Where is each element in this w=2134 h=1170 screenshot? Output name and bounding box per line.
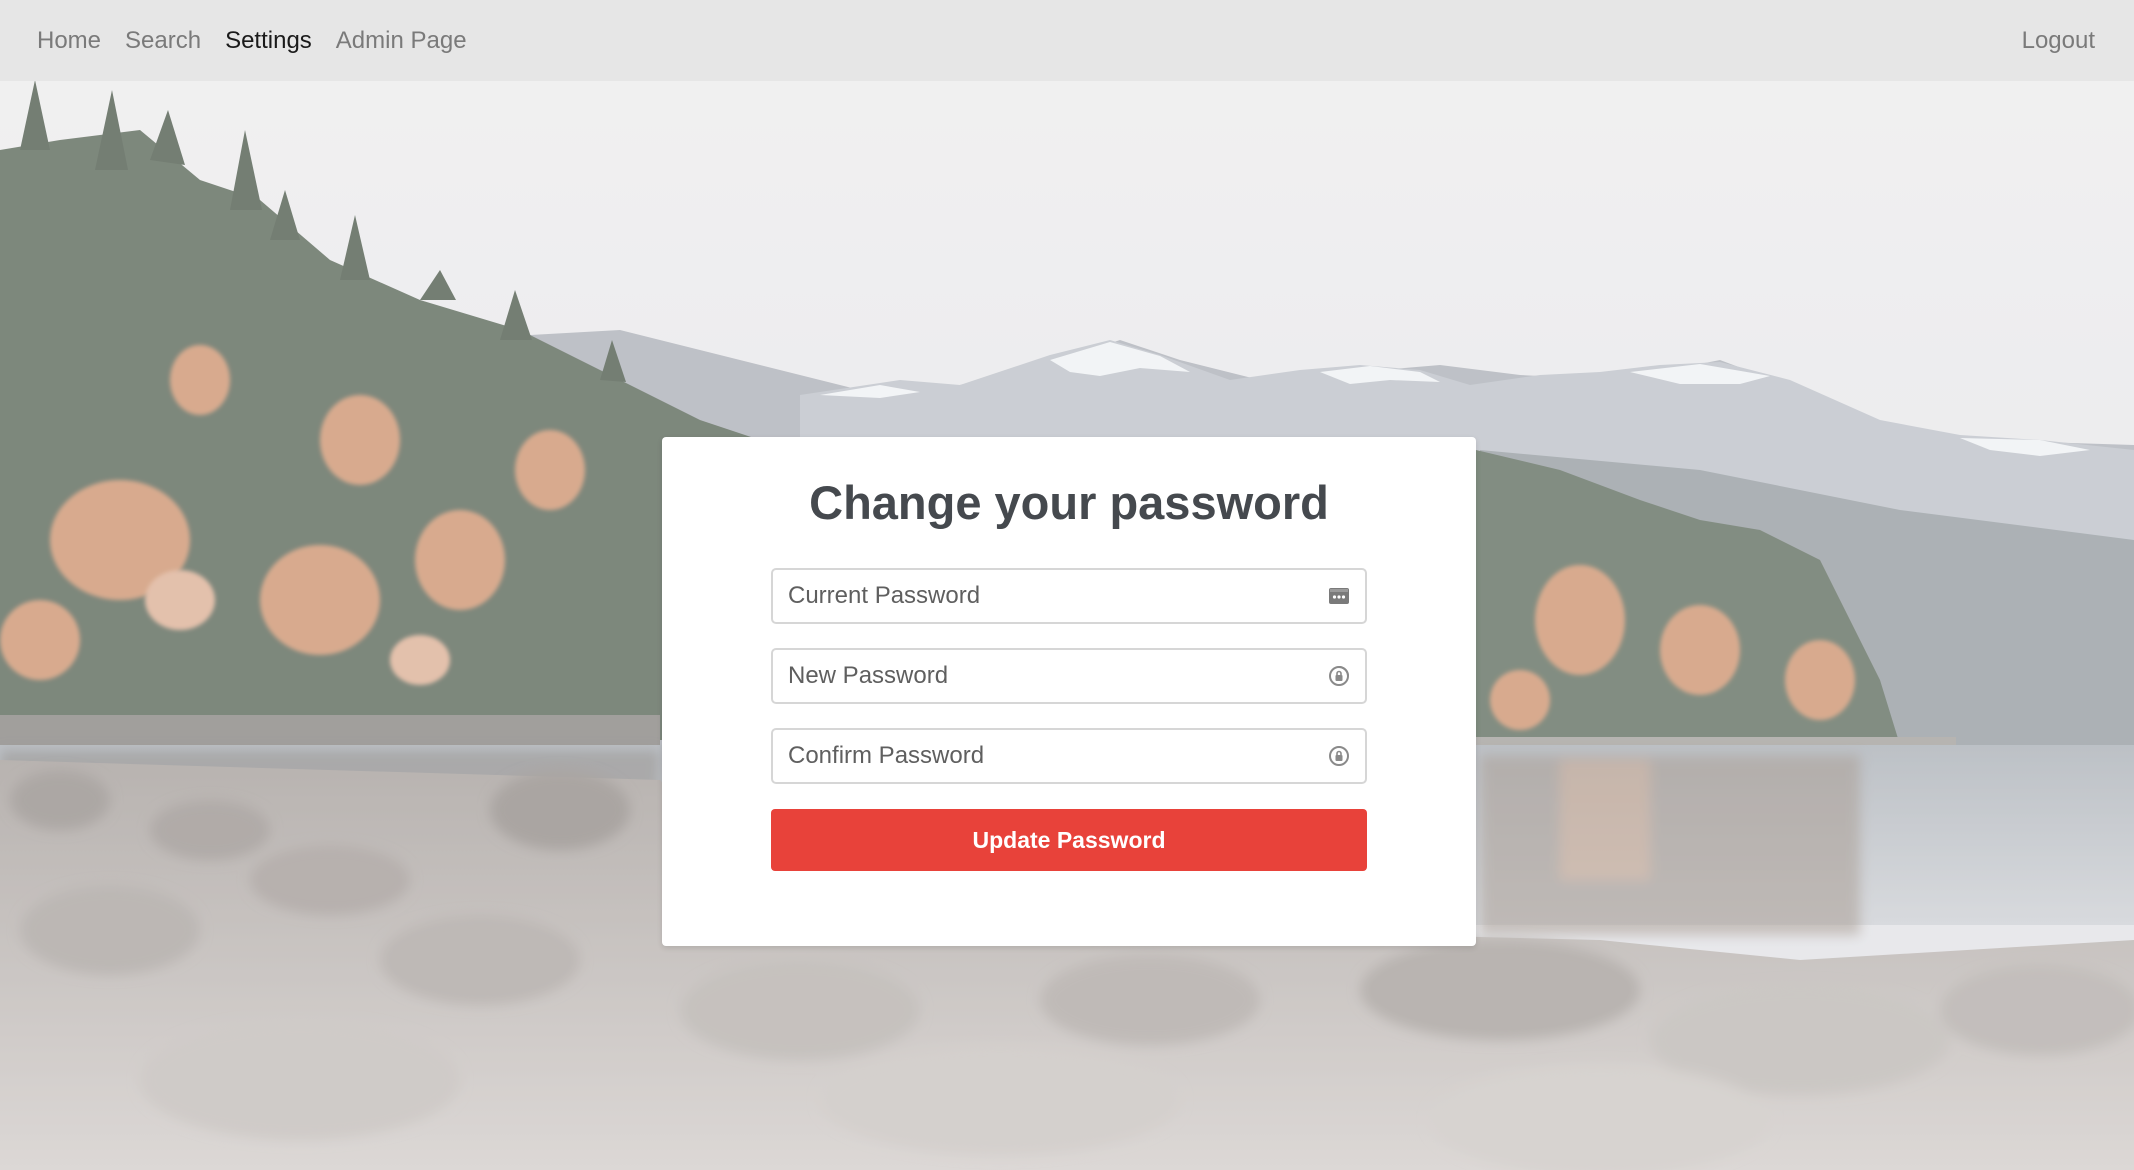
- current-password-input[interactable]: [773, 570, 1365, 622]
- change-password-card: Change your password Update Password: [662, 437, 1476, 946]
- page-title: Change your password: [809, 476, 1329, 529]
- nav-link-search[interactable]: Search: [125, 0, 201, 81]
- confirm-password-input[interactable]: [773, 730, 1365, 782]
- nav-links: Home Search Settings Admin Page: [37, 0, 491, 81]
- password-suggestion-icon[interactable]: [1327, 664, 1351, 688]
- new-password-field: [771, 648, 1367, 704]
- password-manager-key-icon[interactable]: [1327, 584, 1351, 608]
- confirm-password-field: [771, 728, 1367, 784]
- nav-link-home[interactable]: Home: [37, 0, 101, 81]
- nav-link-admin-page[interactable]: Admin Page: [336, 0, 467, 81]
- new-password-input[interactable]: [773, 650, 1365, 702]
- logout-link[interactable]: Logout: [2022, 27, 2095, 55]
- top-navbar: Home Search Settings Admin Page Logout: [0, 0, 2134, 81]
- current-password-field: [771, 568, 1367, 624]
- password-suggestion-icon[interactable]: [1327, 744, 1351, 768]
- nav-link-settings[interactable]: Settings: [225, 0, 312, 81]
- update-password-button[interactable]: Update Password: [771, 809, 1367, 871]
